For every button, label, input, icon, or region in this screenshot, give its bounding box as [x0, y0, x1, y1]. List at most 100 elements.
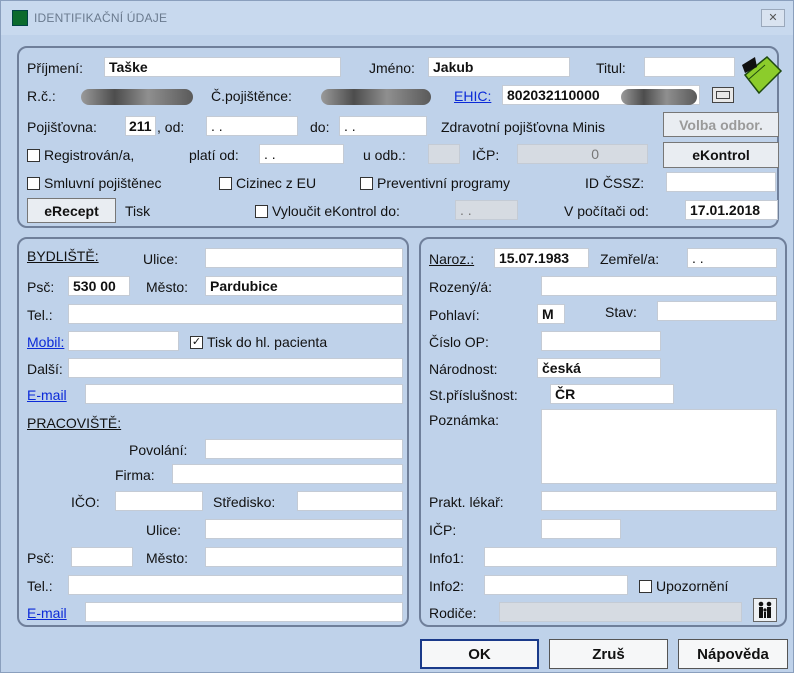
- tisk-do-box[interactable]: ✓: [190, 335, 203, 349]
- prakt-lekar-field[interactable]: [541, 491, 777, 511]
- vyloucit-field[interactable]: . .: [455, 200, 518, 220]
- tel-field[interactable]: [68, 304, 403, 324]
- zemrel-label: Zemřel/a:: [600, 251, 660, 267]
- id-cssz-field[interactable]: [666, 172, 776, 192]
- od-field[interactable]: . .: [206, 116, 298, 136]
- info2-field[interactable]: [484, 575, 628, 595]
- stav-field[interactable]: [657, 301, 777, 321]
- psc-label: Psč:: [27, 279, 55, 295]
- ulice2-label: Ulice:: [146, 522, 182, 538]
- email2-link[interactable]: E-mail: [27, 605, 67, 621]
- povolani-label: Povolání:: [129, 442, 188, 458]
- narodnost-field[interactable]: česká: [537, 358, 661, 378]
- poznamka-field[interactable]: [541, 409, 777, 484]
- firma-field[interactable]: [172, 464, 403, 484]
- cizinec-box[interactable]: [219, 176, 232, 190]
- stredisko-field[interactable]: [297, 491, 403, 511]
- pohlavi-label: Pohlaví:: [429, 307, 480, 323]
- do-field[interactable]: . .: [339, 116, 427, 136]
- smluvni-checkbox[interactable]: Smluvní pojištěnec: [27, 175, 162, 191]
- plati-od-label: platí od:: [189, 147, 239, 163]
- plati-od-field[interactable]: . .: [259, 144, 344, 164]
- psc2-label: Psč:: [27, 550, 55, 566]
- icp-label: IČP:: [472, 147, 500, 163]
- dalsi-label: Další:: [27, 361, 63, 377]
- jmeno-label: Jméno:: [369, 60, 415, 76]
- tisk-label[interactable]: Tisk: [125, 203, 150, 219]
- pohlavi-field[interactable]: M: [537, 304, 565, 324]
- psc2-field[interactable]: [71, 547, 133, 567]
- icp-right-field[interactable]: [541, 519, 621, 539]
- napoveda-button[interactable]: Nápověda: [678, 639, 788, 669]
- titul-field[interactable]: [644, 57, 735, 77]
- rozeny-field[interactable]: [541, 276, 777, 296]
- volba-odbor-button[interactable]: Volba odbor.: [663, 112, 779, 137]
- naroz-field[interactable]: 15.07.1983: [494, 248, 589, 268]
- tel2-field[interactable]: [68, 575, 403, 595]
- preventivni-box[interactable]: [360, 176, 373, 190]
- upozorneni-label: Upozornění: [656, 578, 729, 594]
- insurance-card-icon[interactable]: [739, 53, 783, 99]
- mobil-link[interactable]: Mobil:: [27, 334, 64, 350]
- smluvni-box[interactable]: [27, 176, 40, 190]
- zemrel-field[interactable]: . .: [687, 248, 777, 268]
- icp-field[interactable]: 0: [517, 144, 648, 164]
- registrovan-label: Registrován/a,: [44, 147, 135, 163]
- narodnost-label: Národnost:: [429, 361, 498, 377]
- bydliste-heading: BYDLIŠTĚ:: [27, 248, 99, 264]
- vyloucit-box[interactable]: [255, 204, 268, 218]
- cizinec-checkbox[interactable]: Cizinec z EU: [219, 175, 316, 191]
- do-label: do:: [310, 119, 330, 135]
- card-reader-icon[interactable]: [712, 87, 734, 103]
- title-bar: IDENTIFIKAČNÍ ÚDAJE ✕: [1, 1, 793, 35]
- firma-label: Firma:: [115, 467, 155, 483]
- icp-right-label: IČP:: [429, 522, 457, 538]
- naroz-label: Naroz.:: [429, 251, 474, 267]
- jmeno-field[interactable]: Jakub: [428, 57, 570, 77]
- pracoviste-text: PRACOVIŠTĚ:: [27, 415, 122, 431]
- erecept-button[interactable]: eRecept: [27, 198, 116, 223]
- info1-field[interactable]: [484, 547, 777, 567]
- vyloucit-checkbox[interactable]: Vyloučit eKontrol do:: [255, 203, 400, 219]
- upozorneni-checkbox[interactable]: Upozornění: [639, 578, 728, 594]
- registrovan-checkbox[interactable]: Registrován/a,: [27, 147, 134, 163]
- ekontrol-button[interactable]: eKontrol: [663, 142, 779, 168]
- registrovan-box[interactable]: [27, 148, 40, 162]
- dalsi-field[interactable]: [68, 358, 403, 378]
- st-prislusnost-label: St.příslušnost:: [429, 387, 518, 403]
- v-pocitaci-field[interactable]: 17.01.2018: [685, 200, 778, 220]
- preventivni-checkbox[interactable]: Preventivní programy: [360, 175, 510, 191]
- cislo-pojistence-label: Č.pojištěnce:: [211, 88, 292, 104]
- email-field[interactable]: [85, 384, 403, 404]
- pracoviste-heading: PRACOVIŠTĚ:: [27, 415, 121, 431]
- ehic-link[interactable]: EHIC:: [454, 88, 491, 104]
- ico-field[interactable]: [115, 491, 203, 511]
- zrus-button[interactable]: Zruš: [549, 639, 668, 669]
- pojistovna-field[interactable]: 211: [125, 116, 156, 136]
- email-link[interactable]: E-mail: [27, 387, 67, 403]
- ulice2-field[interactable]: [205, 519, 403, 539]
- st-prislusnost-field[interactable]: ČR: [550, 384, 674, 404]
- cislo-op-field[interactable]: [541, 331, 661, 351]
- parents-button[interactable]: [753, 598, 777, 622]
- family-icon: [758, 601, 772, 618]
- upozorneni-box[interactable]: [639, 579, 652, 593]
- prijmeni-label: Příjmení:: [27, 60, 84, 76]
- prijmeni-field[interactable]: Taške: [104, 57, 341, 77]
- identification-dialog: IDENTIFIKAČNÍ ÚDAJE ✕ Příjmení: Taške Jm…: [0, 0, 794, 673]
- psc-field[interactable]: 530 00: [68, 276, 130, 296]
- ulice-field[interactable]: [205, 248, 403, 268]
- ok-button[interactable]: OK: [420, 639, 539, 669]
- id-cssz-label: ID ČSSZ:: [585, 175, 645, 191]
- mesto2-field[interactable]: [205, 547, 403, 567]
- email2-field[interactable]: [85, 602, 403, 622]
- povolani-field[interactable]: [205, 439, 403, 459]
- mesto-field[interactable]: Pardubice: [205, 276, 403, 296]
- tel-label: Tel.:: [27, 307, 53, 323]
- mobil-field[interactable]: [68, 331, 179, 351]
- tisk-do-checkbox[interactable]: ✓ Tisk do hl. pacienta: [190, 334, 327, 350]
- rodice-field[interactable]: [499, 602, 742, 622]
- smluvni-label: Smluvní pojištěnec: [44, 175, 162, 191]
- close-button[interactable]: ✕: [761, 9, 785, 27]
- u-odb-field[interactable]: [428, 144, 460, 164]
